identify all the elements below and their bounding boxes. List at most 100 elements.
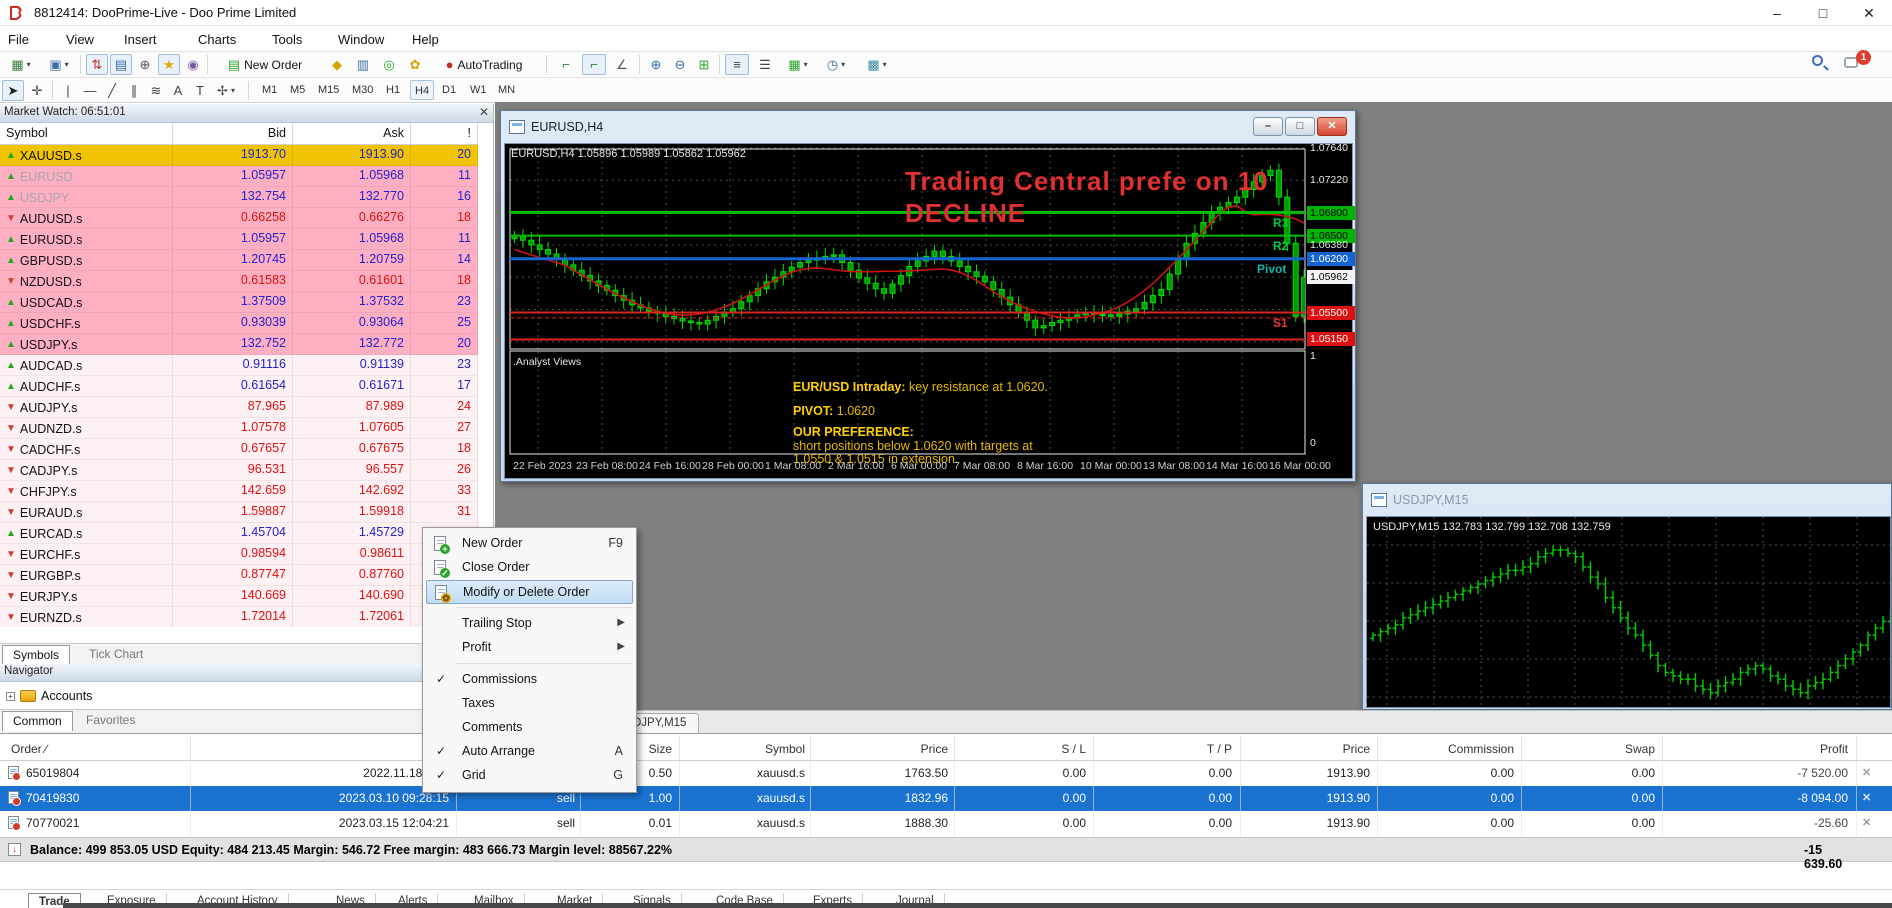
market-watch-row[interactable]: ▲AUDCHF.s0.616540.6167117 xyxy=(0,376,478,397)
nav-tab-common[interactable]: Common xyxy=(2,711,73,731)
menu-view[interactable]: View xyxy=(62,30,98,49)
nav-tab-favorites[interactable]: Favorites xyxy=(76,711,145,731)
gold-icon[interactable]: ◆ xyxy=(326,54,348,75)
timeframe-w1[interactable]: W1 xyxy=(466,80,491,100)
market-watch-row[interactable]: ▼EURGBP.s0.877470.87760 xyxy=(0,565,478,586)
market-watch-row[interactable]: ▲GBPUSD.s1.207451.2075914 xyxy=(0,250,478,271)
eurusd-chart-canvas[interactable]: EURUSD,H4 1.05896 1.05989 1.05862 1.0596… xyxy=(504,143,1353,479)
t-col-symbol[interactable]: Symbol xyxy=(765,742,805,756)
context-menu-item-taxes[interactable]: Taxes xyxy=(426,692,633,716)
chart-angle-button[interactable]: ∠ xyxy=(610,54,634,75)
expert-advisors-icon[interactable]: ▥ xyxy=(352,54,374,75)
timeframe-d1[interactable]: D1 xyxy=(438,80,460,100)
new-order-button[interactable]: ▤New Order xyxy=(213,54,317,75)
indicators-button[interactable]: ▦▾ xyxy=(781,54,815,75)
chart-minimize-button[interactable]: – xyxy=(1253,117,1283,136)
t-col-swap[interactable]: Swap xyxy=(1625,742,1655,756)
tile-windows-button[interactable]: ⊞ xyxy=(693,54,715,75)
chart-window-titlebar-inactive[interactable]: USDJPY,M15 xyxy=(1365,486,1889,514)
close-position-icon[interactable]: ✕ xyxy=(1862,791,1871,804)
timeframe-h4[interactable]: H4 xyxy=(410,80,434,100)
options-icon[interactable]: ✿ xyxy=(404,54,426,75)
timeframe-m1[interactable]: M1 xyxy=(258,80,281,100)
timeframe-mn[interactable]: MN xyxy=(494,80,519,100)
context-menu-item-modify-or-delete-order[interactable]: ✿Modify or Delete Order xyxy=(426,580,633,604)
horizontal-line-tool[interactable]: — xyxy=(80,80,100,101)
chart-close-button[interactable]: ✕ xyxy=(1317,117,1347,136)
strategy-tester-button[interactable]: ◉ xyxy=(182,54,204,75)
zoom-in-button[interactable]: ⊕ xyxy=(645,54,667,75)
navigator-accounts-item[interactable]: + Accounts xyxy=(6,686,92,706)
shapes-tool[interactable]: ✢▾ xyxy=(212,80,240,101)
usdjpy-chart-canvas[interactable]: USDJPY,M15 132.783 132.799 132.708 132.7… xyxy=(1366,516,1891,708)
market-watch-row[interactable]: ▼EURCHF.s0.985940.98611 xyxy=(0,544,478,565)
market-watch-row[interactable]: ▲AUDCAD.s0.911160.9113923 xyxy=(0,355,478,376)
order-row-70770021[interactable]: 707700212023.03.15 12:04:21sell0.01xauus… xyxy=(0,811,1892,836)
chart-shift-button[interactable]: ⌐ xyxy=(554,54,578,75)
window-minimize-button[interactable]: – xyxy=(1754,0,1800,26)
market-watch-row[interactable]: ▲USDJPY.s132.752132.77220 xyxy=(0,334,478,355)
search-icon[interactable] xyxy=(1812,55,1823,66)
t-col-price[interactable]: Price xyxy=(1343,742,1370,756)
mw-col-ask[interactable]: Ask xyxy=(293,123,411,144)
label-tool[interactable]: T xyxy=(190,80,210,101)
fibonacci-tool[interactable]: ≋ xyxy=(146,80,166,101)
menu-file[interactable]: File xyxy=(4,30,33,49)
market-watch-toggle[interactable]: ⇅ xyxy=(86,54,108,75)
crosshair-tool[interactable]: ✛ xyxy=(26,80,48,101)
t-col-order[interactable]: Order ∕ xyxy=(11,742,47,756)
t-col-commission[interactable]: Commission xyxy=(1448,742,1514,756)
close-position-icon[interactable]: ✕ xyxy=(1862,766,1871,779)
menu-insert[interactable]: Insert xyxy=(120,30,161,49)
tree-expand-icon[interactable]: + xyxy=(6,692,15,701)
vertical-line-tool[interactable]: | xyxy=(58,80,78,101)
zoom-out-button[interactable]: ⊖ xyxy=(669,54,691,75)
menu-charts[interactable]: Charts xyxy=(194,30,240,49)
candle-chart-button[interactable]: ☰ xyxy=(753,54,777,75)
market-watch-row[interactable]: ▼CADCHF.s0.676570.6767518 xyxy=(0,439,478,460)
market-watch-row[interactable]: ▼EURJPY.s140.669140.690 xyxy=(0,586,478,607)
data-window-toggle[interactable]: ▤ xyxy=(110,54,132,75)
t-col-price[interactable]: Price xyxy=(921,742,948,756)
context-menu-item-auto-arrange[interactable]: ✓Auto ArrangeA xyxy=(426,740,633,764)
context-menu-item-profit[interactable]: Profit▶ xyxy=(426,636,633,660)
window-maximize-button[interactable]: □ xyxy=(1800,0,1846,26)
market-watch-row[interactable]: ▼CHFJPY.s142.659142.69233 xyxy=(0,481,478,502)
market-watch-row[interactable]: ▼NZDUSD.s0.615830.6160118 xyxy=(0,271,478,292)
close-position-icon[interactable]: ✕ xyxy=(1862,816,1871,829)
timeframe-m30[interactable]: M30 xyxy=(348,80,377,100)
t-col-profit[interactable]: Profit xyxy=(1820,742,1848,756)
mw-col-symbol[interactable]: Symbol xyxy=(0,123,173,144)
text-tool[interactable]: A xyxy=(168,80,188,101)
market-watch-row[interactable]: ▼EURAUD.s1.598871.5991831 xyxy=(0,502,478,523)
menu-window[interactable]: Window xyxy=(334,30,388,49)
new-chart-button[interactable]: ▦▾ xyxy=(4,54,38,75)
market-watch-row[interactable]: ▼AUDNZD.s1.075781.0760527 xyxy=(0,418,478,439)
market-watch-row[interactable]: ▼AUDJPY.s87.96587.98924 xyxy=(0,397,478,418)
market-watch-row[interactable]: ▲USDCAD.s1.375091.3753223 xyxy=(0,292,478,313)
channel-tool[interactable]: ∥ xyxy=(124,80,144,101)
context-menu-item-trailing-stop[interactable]: Trailing Stop▶ xyxy=(426,612,633,636)
autotrading-button[interactable]: ●AutoTrading xyxy=(430,54,538,75)
context-menu-item-comments[interactable]: Comments xyxy=(426,716,633,740)
navigator-toggle[interactable]: ⊕ xyxy=(134,54,156,75)
order-row-70419830[interactable]: 704198302023.03.10 09:28:15sell1.00xauus… xyxy=(0,786,1892,811)
mw-tab-symbols[interactable]: Symbols xyxy=(2,645,70,665)
signals-icon[interactable]: ◎ xyxy=(378,54,400,75)
market-watch-row[interactable]: ▼EURNZD.s1.720141.72061 xyxy=(0,607,478,627)
timeframe-m5[interactable]: M5 xyxy=(286,80,309,100)
market-watch-row[interactable]: ▲XAUUSD.s1913.701913.9020 xyxy=(0,145,478,166)
market-watch-close-icon[interactable]: ✕ xyxy=(479,105,489,119)
market-watch-row[interactable]: ▼CADJPY.s96.53196.55726 xyxy=(0,460,478,481)
market-watch-row[interactable]: ▲EURUSD1.059571.0596811 xyxy=(0,166,478,187)
t-col-sl[interactable]: S / L xyxy=(1061,742,1086,756)
periods-button[interactable]: ◷▾ xyxy=(819,54,853,75)
market-watch-row[interactable]: ▲USDCHF.s0.930390.9306425 xyxy=(0,313,478,334)
profiles-button[interactable]: ▣▾ xyxy=(42,54,76,75)
mw-col-spread[interactable]: ! xyxy=(411,123,478,144)
timeframe-h1[interactable]: H1 xyxy=(382,80,404,100)
mw-col-bid[interactable]: Bid xyxy=(173,123,293,144)
order-row-65019804[interactable]: 650198042022.11.18 10:30.50xauusd.s1763.… xyxy=(0,761,1892,786)
auto-scroll-button[interactable]: ⌐ xyxy=(582,54,606,75)
market-watch-row[interactable]: ▲EURCAD.s1.457041.45729 xyxy=(0,523,478,544)
